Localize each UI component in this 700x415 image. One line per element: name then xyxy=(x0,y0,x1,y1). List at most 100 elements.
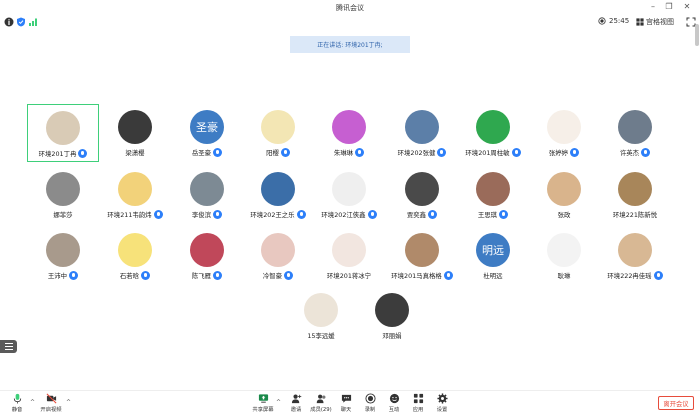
participant-tile[interactable]: 圣豪 岳圣豪 xyxy=(171,104,243,162)
avatar xyxy=(476,110,510,144)
participant-tile[interactable]: 环境201蒋冰宁 xyxy=(313,227,385,285)
participant-tile[interactable]: 朱琳琳 xyxy=(313,104,385,162)
participant-tile[interactable]: 张政 xyxy=(528,166,600,224)
members-button[interactable]: 成员(29) xyxy=(308,393,334,415)
participant-name-row: 王思琪 xyxy=(457,210,529,219)
participant-tile[interactable]: 梁潇樱 xyxy=(99,104,171,162)
avatar xyxy=(547,233,581,267)
participant-name-row: 陈飞雁 xyxy=(171,271,243,280)
microphone-icon xyxy=(443,271,453,280)
participant-tile[interactable]: 贾奕鑫 xyxy=(386,166,458,224)
participant-tile[interactable]: 许英杰 xyxy=(599,104,671,162)
shield-icon[interactable] xyxy=(16,17,26,27)
participant-tile[interactable]: 环境201丁冉 xyxy=(27,104,99,162)
mute-button[interactable]: 静音 xyxy=(4,393,30,415)
view-switch-button[interactable]: 宫格视图 xyxy=(636,17,674,27)
microphone-icon xyxy=(428,210,438,219)
participant-name: 冷智豪 xyxy=(262,272,283,280)
chat-icon xyxy=(341,394,351,403)
info-icon[interactable] xyxy=(4,17,14,27)
member-list-toggle[interactable] xyxy=(0,340,17,353)
minimize-icon[interactable]: – xyxy=(646,1,660,13)
avatar xyxy=(190,172,224,206)
participant-tile[interactable]: 环境201马真格格 xyxy=(386,227,458,285)
microphone-icon xyxy=(78,149,88,158)
participant-tile[interactable]: 陈飞雁 xyxy=(171,227,243,285)
participant-tile[interactable]: 张婷婷 xyxy=(528,104,600,162)
participant-tile[interactable]: 阳樱 xyxy=(242,104,314,162)
microphone-icon xyxy=(69,271,79,280)
participant-name-row: 环境201周柱敏 xyxy=(457,148,529,157)
participant-tile[interactable]: 明远 杜明远 xyxy=(457,227,529,285)
window-title: 腾讯会议 xyxy=(336,4,364,12)
participant-name: 许英杰 xyxy=(619,149,640,157)
participant-name: 环境202张健 xyxy=(397,149,436,157)
participant-tile[interactable]: 耿琳 xyxy=(528,227,600,285)
close-icon[interactable]: ✕ xyxy=(680,1,694,13)
video-options-chevron-icon[interactable]: ^ xyxy=(66,399,71,406)
participant-name: 阳樱 xyxy=(266,149,279,157)
avatar xyxy=(261,110,295,144)
participant-tile[interactable]: 环境201周柱敏 xyxy=(457,104,529,162)
share-screen-button[interactable]: 共享屏幕 xyxy=(250,393,276,415)
scrollbar[interactable] xyxy=(695,24,699,46)
participant-name-row: 冷智豪 xyxy=(242,271,314,280)
participant-tile[interactable]: 环境211韦韵炜 xyxy=(99,166,171,224)
avatar xyxy=(118,172,152,206)
avatar: 明远 xyxy=(476,233,510,267)
invite-button[interactable]: 邀请 xyxy=(283,393,309,415)
avatar xyxy=(405,172,439,206)
chat-button[interactable]: 聊天 xyxy=(333,393,359,415)
participant-tile[interactable]: 环境202张健 xyxy=(386,104,458,162)
participant-tile[interactable]: 王思琪 xyxy=(457,166,529,224)
participant-name: 张政 xyxy=(557,211,571,219)
leave-meeting-button[interactable]: 离开会议 xyxy=(658,396,694,410)
avatar xyxy=(304,293,338,327)
participant-tile[interactable]: 环境221陈新悦 xyxy=(599,166,671,224)
participant-name: 石若晗 xyxy=(119,272,140,280)
participant-tile[interactable]: 李俊滨 xyxy=(171,166,243,224)
participant-name-row: 杜明远 xyxy=(457,271,529,280)
participant-name-row: 岳圣豪 xyxy=(171,148,243,157)
participant-tile[interactable]: 娜菲莎 xyxy=(27,166,99,224)
participant-tile[interactable]: 冷智豪 xyxy=(242,227,314,285)
interact-label: 互动 xyxy=(388,407,400,413)
participant-name-row: 环境221陈新悦 xyxy=(599,210,671,219)
participant-tile[interactable]: 环境202王之乐 xyxy=(242,166,314,224)
signal-icon[interactable] xyxy=(28,17,38,27)
interact-button[interactable]: 互动 xyxy=(381,393,407,415)
participant-name-row: 张政 xyxy=(528,210,600,219)
participant-tile[interactable]: 15李远媛 xyxy=(285,287,357,345)
record-button[interactable]: 录制 xyxy=(357,393,383,415)
microphone-icon xyxy=(284,271,294,280)
participant-name-row: 环境202张健 xyxy=(386,148,458,157)
avatar xyxy=(618,110,652,144)
participant-tile[interactable]: 环境222冉佳瑶 xyxy=(599,227,671,285)
participant-tile[interactable]: 石若晗 xyxy=(99,227,171,285)
participant-tile[interactable]: 邓丽娟 xyxy=(356,287,428,345)
mute-options-chevron-icon[interactable]: ^ xyxy=(30,399,35,406)
record-icon xyxy=(364,393,376,404)
participant-tile[interactable]: 王沛中 xyxy=(27,227,99,285)
record-label: 录制 xyxy=(364,407,376,413)
restore-icon[interactable]: ❐ xyxy=(662,1,676,13)
participant-name: 环境222冉佳瑶 xyxy=(607,272,652,280)
avatar xyxy=(46,111,80,145)
video-button[interactable]: 开启视频 xyxy=(38,393,64,415)
participant-name: 耿琳 xyxy=(557,272,571,280)
participant-name: 杜明远 xyxy=(483,272,503,280)
microphone-icon xyxy=(296,210,306,219)
participant-name-row: 环境201蒋冰宁 xyxy=(313,271,385,280)
apps-button[interactable]: 应用 xyxy=(405,393,431,415)
apps-label: 应用 xyxy=(412,407,424,413)
avatar xyxy=(476,172,510,206)
participant-name-row: 王沛中 xyxy=(27,271,99,280)
share-options-chevron-icon[interactable]: ^ xyxy=(276,399,281,406)
settings-button[interactable]: 设置 xyxy=(429,393,455,415)
participant-tile[interactable]: 环境202江俠鑫 xyxy=(313,166,385,224)
participant-name-row: 环境201丁冉 xyxy=(28,149,98,158)
participant-name: 环境201周柱敏 xyxy=(465,149,510,157)
microphone-icon xyxy=(153,210,163,219)
participant-name: 张婷婷 xyxy=(548,149,569,157)
participant-name-row: 石若晗 xyxy=(99,271,171,280)
